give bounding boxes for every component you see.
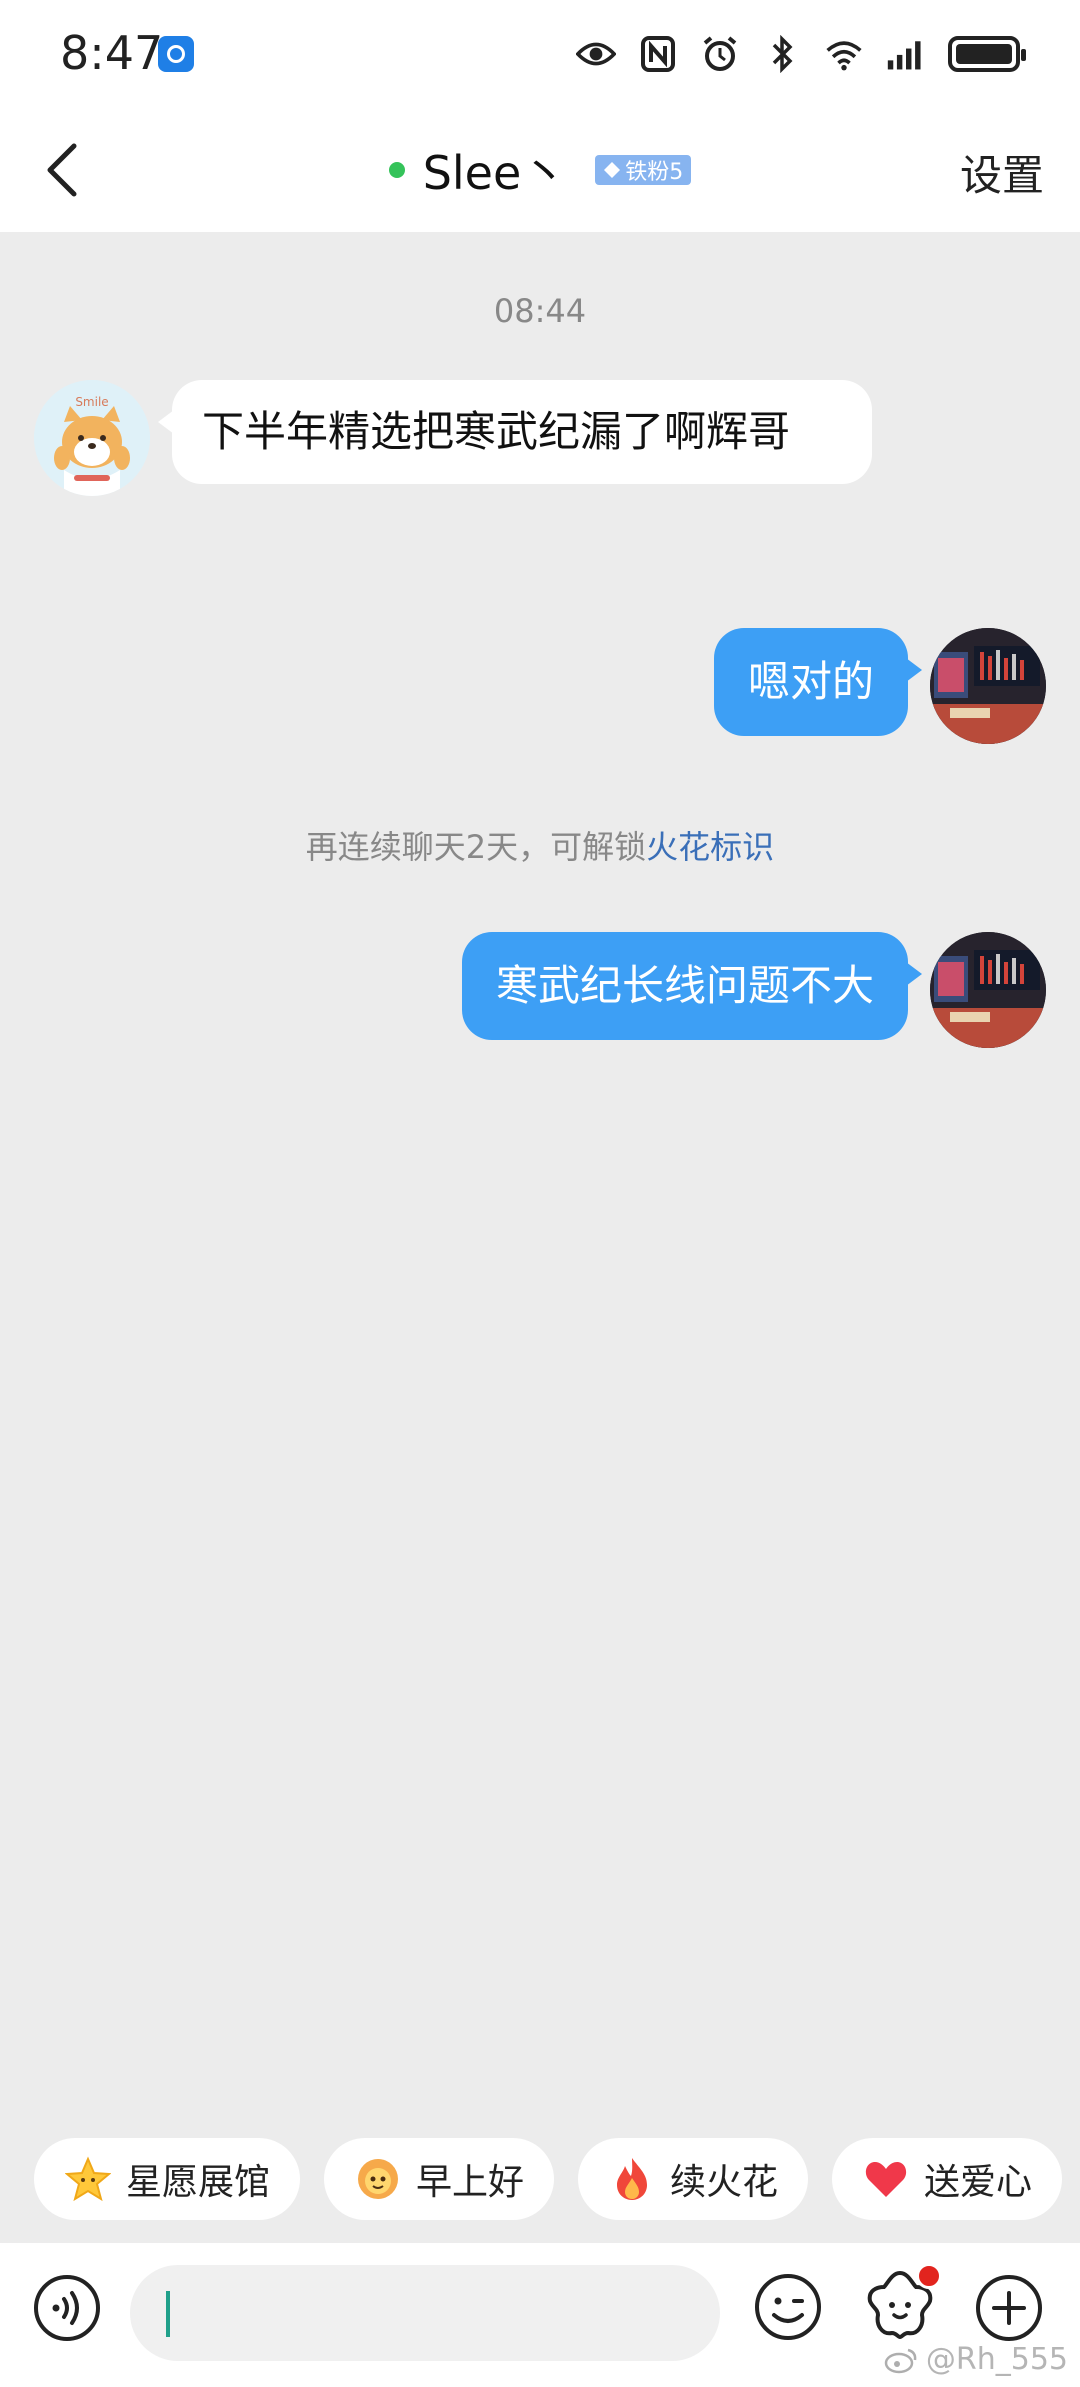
status-time: 8:47	[60, 26, 164, 80]
fan-badge-label: 铁粉5	[625, 160, 684, 185]
contact-avatar[interactable]: Smile	[34, 380, 150, 496]
status-bar: 8:47	[0, 0, 1080, 108]
quick-replies: 星愿展馆 早上好 续火花 送爱心	[34, 2138, 1063, 2220]
self-avatar[interactable]	[930, 628, 1046, 744]
status-icons	[576, 30, 1026, 78]
weibo-watermark: @Rh_555	[884, 2342, 1068, 2377]
spark-hint-text: 再连续聊天2天，可解锁	[305, 828, 647, 866]
sun-face-icon	[354, 2155, 402, 2203]
eye-icon	[576, 34, 616, 74]
emoji-icon	[755, 2274, 821, 2340]
star-icon	[64, 2155, 112, 2203]
chat-messages[interactable]: 08:44 Smile 下半年精选把寒武纪漏了啊辉哥 嗯对的 再连续聊天2天，可…	[0, 232, 1080, 2132]
notification-dot	[916, 2263, 942, 2289]
heart-icon	[862, 2155, 910, 2203]
watermark-text: @Rh_555	[925, 2342, 1068, 2377]
quick-reply-good-morning[interactable]: 早上好	[324, 2138, 555, 2220]
quick-reply-label: 送爱心	[924, 2162, 1033, 2203]
more-options-button[interactable]	[974, 2273, 1044, 2343]
message-bubble-outgoing[interactable]: 寒武纪长线问题不大	[461, 932, 923, 1040]
signal-icon	[886, 34, 926, 74]
text-caret	[166, 2291, 170, 2337]
fan-level-badge: 铁粉5	[595, 155, 692, 185]
weibo-icon	[884, 2348, 917, 2373]
battery-icon	[948, 36, 1026, 72]
message-input[interactable]	[130, 2265, 720, 2361]
online-status-dot	[388, 162, 405, 178]
fire-icon	[608, 2155, 656, 2203]
quick-reply-send-heart[interactable]: 送爱心	[832, 2138, 1063, 2220]
notification-app-icon	[158, 36, 194, 72]
diamond-icon	[604, 162, 621, 178]
quick-reply-star-gallery[interactable]: 星愿展馆	[34, 2138, 301, 2220]
nfc-icon	[638, 34, 678, 74]
message-timestamp: 08:44	[493, 292, 587, 330]
bluetooth-icon	[762, 34, 802, 74]
quick-reply-label: 续火花	[670, 2162, 779, 2203]
quick-reply-label: 星愿展馆	[126, 2162, 271, 2203]
voice-icon	[34, 2275, 100, 2341]
trading-setup-avatar-icon	[930, 932, 1046, 1048]
contact-title[interactable]: Slee丶 铁粉5	[0, 138, 1080, 202]
message-bubble-outgoing[interactable]: 嗯对的	[713, 628, 923, 736]
trading-setup-avatar-icon	[930, 628, 1046, 744]
alarm-icon	[700, 34, 740, 74]
settings-button[interactable]: 设置	[960, 142, 1044, 203]
input-bar: @Rh_555	[0, 2243, 1080, 2387]
shiba-dog-avatar-icon: Smile	[34, 380, 150, 496]
wifi-icon	[824, 34, 864, 74]
avatar-text: Smile	[75, 395, 108, 409]
interaction-button[interactable]	[862, 2263, 942, 2343]
self-avatar[interactable]	[930, 932, 1046, 1048]
contact-name: Slee丶	[422, 146, 568, 200]
voice-button[interactable]	[32, 2273, 102, 2343]
emoji-button[interactable]	[752, 2271, 824, 2343]
spark-unlock-hint: 再连续聊天2天，可解锁火花标识	[0, 822, 1080, 868]
quick-reply-label: 早上好	[416, 2162, 525, 2203]
quick-reply-continue-spark[interactable]: 续火花	[578, 2138, 809, 2220]
spark-badge-link[interactable]: 火花标识	[646, 828, 774, 866]
plus-icon	[976, 2275, 1042, 2341]
chat-header: Slee丶 铁粉5 设置	[0, 108, 1080, 232]
message-bubble-incoming[interactable]: 下半年精选把寒武纪漏了啊辉哥	[158, 380, 872, 484]
